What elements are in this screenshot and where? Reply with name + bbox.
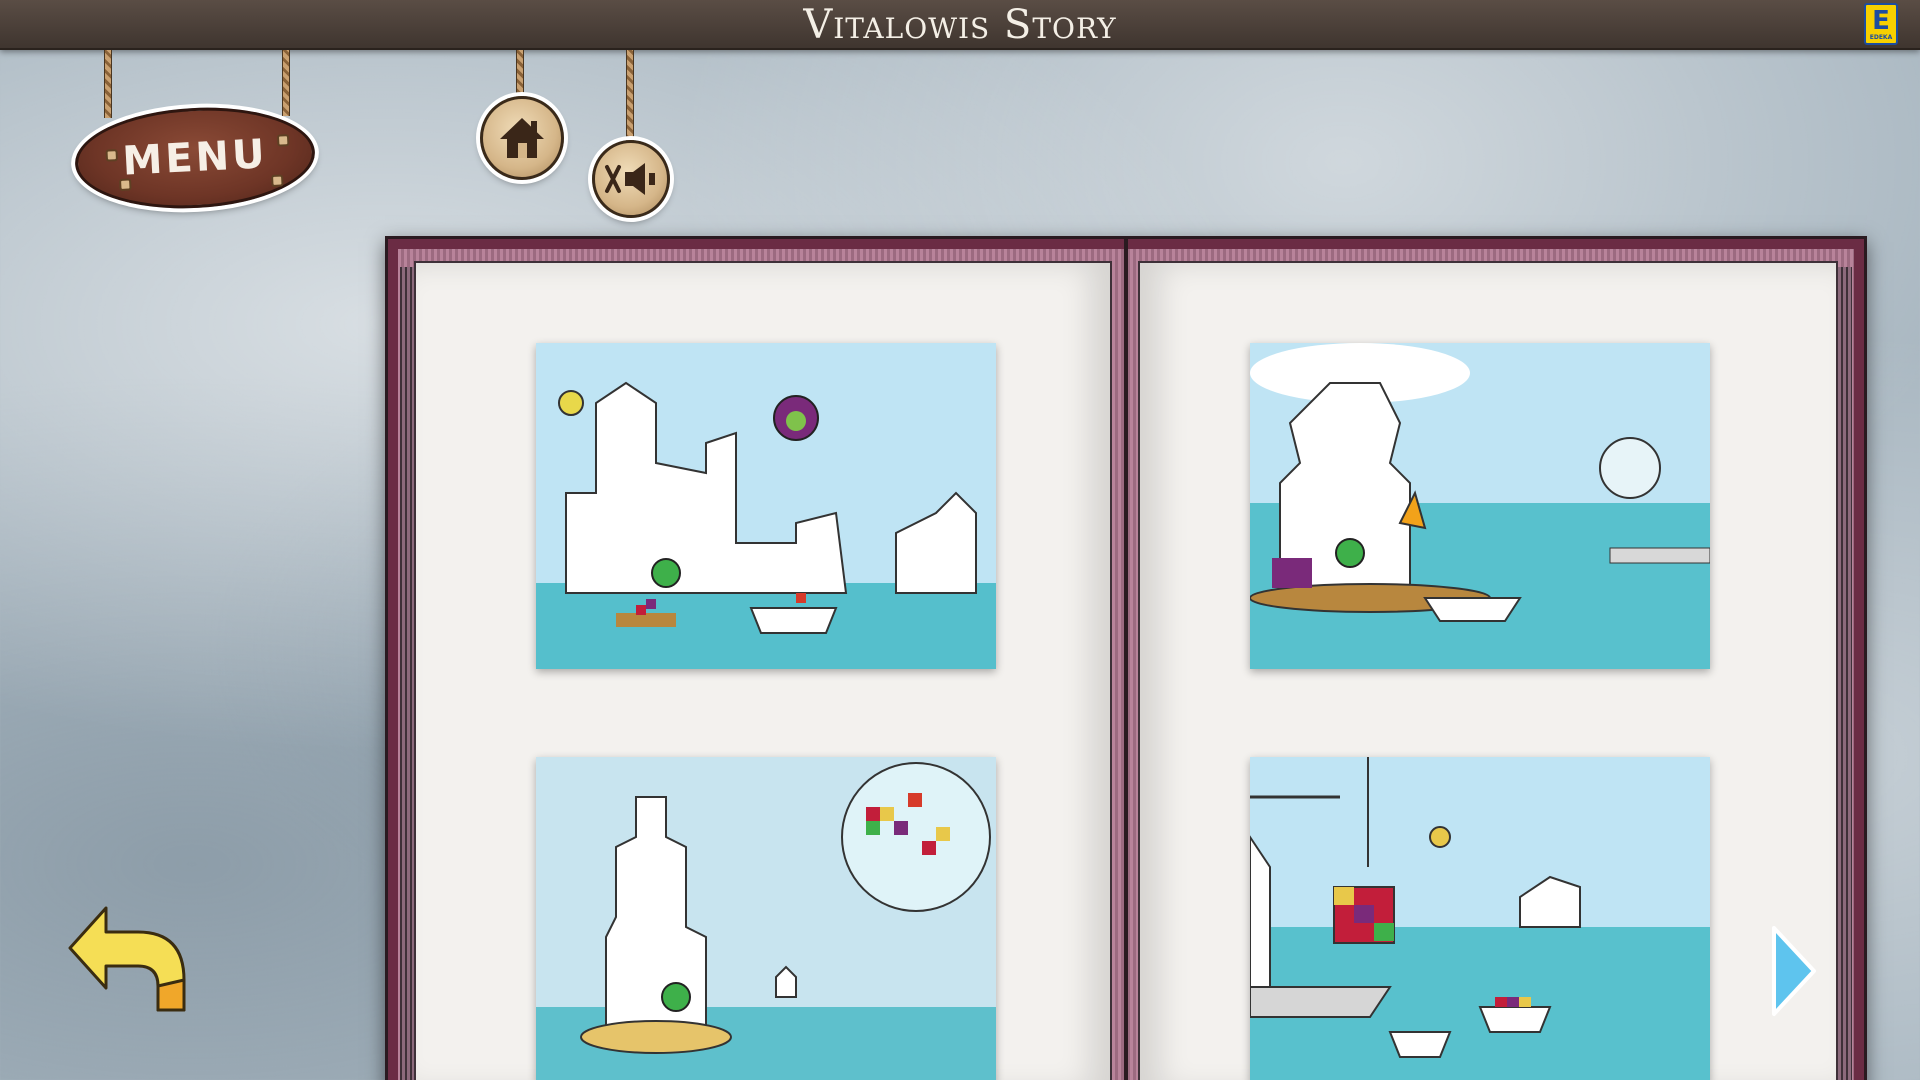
menu-rope-left [104, 50, 112, 118]
edeka-logo: E EDEKA [1864, 3, 1898, 45]
app-title: Vitalowis Story [803, 2, 1117, 48]
nail-icon [276, 134, 290, 147]
nail-icon [270, 174, 284, 188]
sound-toggle-button[interactable] [592, 140, 670, 218]
title-bar: Vitalowis Story E EDEKA [0, 0, 1920, 50]
story-scene-1[interactable] [536, 343, 996, 669]
story-book [385, 236, 1867, 1080]
home-rope [516, 50, 524, 98]
home-button[interactable] [480, 96, 564, 180]
page-stack-left [400, 267, 414, 1080]
menu-button[interactable]: MENU [72, 101, 318, 215]
speaker-muted-icon [605, 163, 655, 195]
menu-label: MENU [121, 131, 269, 185]
back-button[interactable] [66, 902, 192, 1014]
sound-rope [626, 50, 634, 144]
nail-icon [105, 149, 119, 162]
nail-icon [118, 178, 132, 191]
triangle-right-arrow-icon [1772, 926, 1816, 1016]
story-scene-3[interactable] [536, 757, 996, 1080]
edeka-logo-text: EDEKA [1869, 33, 1893, 41]
edeka-logo-letter: E [1872, 5, 1890, 36]
right-page [1138, 261, 1838, 1080]
story-scene-2[interactable] [1250, 343, 1710, 669]
book-spine [1124, 239, 1128, 1080]
left-page [414, 261, 1112, 1080]
menu-rope-right [282, 50, 290, 116]
next-page-button[interactable] [1770, 924, 1818, 1018]
page-stack-right [1838, 267, 1852, 1080]
house-icon [500, 118, 544, 158]
story-scene-4[interactable] [1250, 757, 1710, 1080]
